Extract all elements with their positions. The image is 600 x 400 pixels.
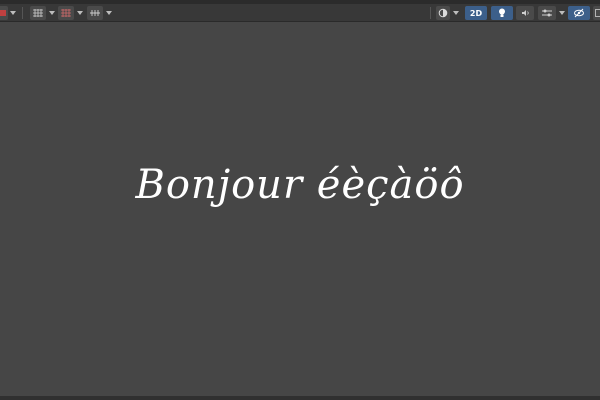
toolbar-divider xyxy=(22,7,23,19)
2d-toggle-label: 2D xyxy=(469,8,483,18)
scene-view-toolbar: 2D xyxy=(0,4,600,22)
gizmo-grid-icon[interactable] xyxy=(58,6,74,20)
toolbar-divider xyxy=(430,7,431,19)
snap-dropdown-icon[interactable] xyxy=(104,6,113,20)
effects-icon[interactable] xyxy=(538,6,556,20)
lightbulb-icon[interactable] xyxy=(491,6,513,20)
window-bottom-strip xyxy=(0,396,600,400)
grid-toggle-dropdown-icon[interactable] xyxy=(47,6,56,20)
render-mode-dropdown-icon[interactable] xyxy=(8,6,17,20)
hidden-objects-icon[interactable] xyxy=(568,6,590,20)
2d-toggle-button[interactable]: 2D xyxy=(465,6,487,20)
audio-icon[interactable] xyxy=(516,6,534,20)
scene-viewport[interactable] xyxy=(0,23,600,396)
render-mode-icon[interactable] xyxy=(0,6,8,20)
shading-mode-icon[interactable] xyxy=(436,6,450,20)
gizmos-icon[interactable] xyxy=(593,6,600,20)
shading-dropdown-icon[interactable] xyxy=(451,6,460,20)
gizmo-grid-dropdown-icon[interactable] xyxy=(75,6,84,20)
snap-icon[interactable] xyxy=(87,6,103,20)
effects-dropdown-icon[interactable] xyxy=(557,6,566,20)
grid-toggle-icon[interactable] xyxy=(30,6,46,20)
scene-text-label[interactable]: Bonjour éèçàöô xyxy=(0,162,600,208)
